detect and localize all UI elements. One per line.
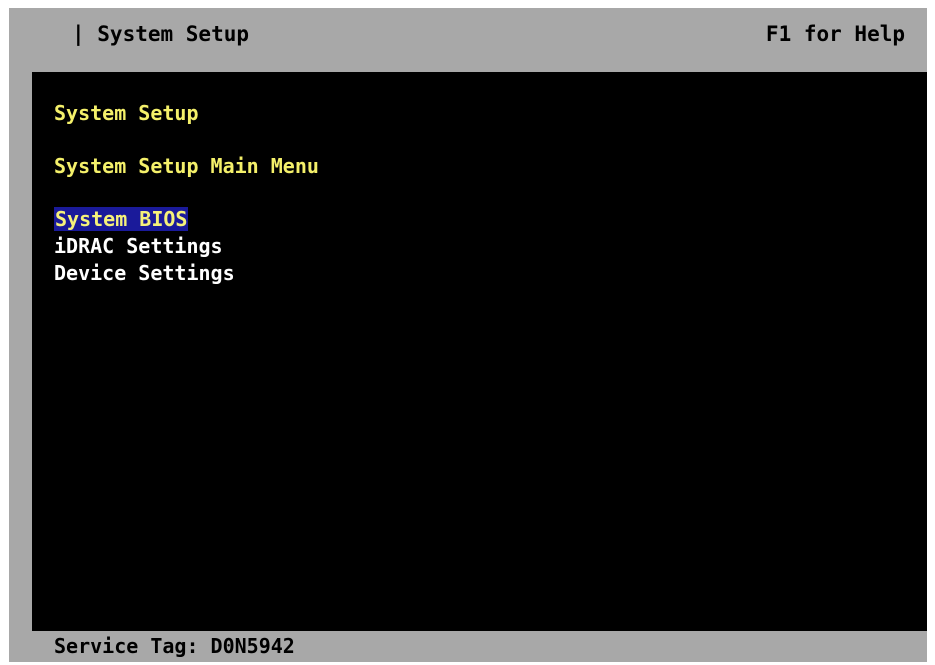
- title-bar: | System Setup F1 for Help: [9, 8, 927, 72]
- help-hint[interactable]: F1 for Help: [766, 22, 905, 46]
- main-menu: System BIOS iDRAC Settings Device Settin…: [54, 206, 235, 287]
- service-tag: Service Tag: D0N5942: [54, 634, 295, 658]
- page-title: System Setup: [54, 101, 199, 125]
- bios-screen: | System Setup F1 for Help System Setup …: [9, 8, 927, 662]
- menu-title: System Setup Main Menu: [54, 154, 319, 178]
- menu-item-device-settings[interactable]: Device Settings: [54, 260, 235, 287]
- menu-item-label: iDRAC Settings: [54, 234, 223, 258]
- window-title: | System Setup: [72, 22, 250, 46]
- menu-item-idrac-settings[interactable]: iDRAC Settings: [54, 233, 235, 260]
- menu-item-system-bios[interactable]: System BIOS: [54, 206, 235, 233]
- status-bar: Service Tag: D0N5942: [9, 631, 927, 662]
- menu-item-label: Device Settings: [54, 261, 235, 285]
- menu-item-label: System BIOS: [54, 207, 189, 231]
- main-panel: System Setup System Setup Main Menu Syst…: [32, 72, 927, 631]
